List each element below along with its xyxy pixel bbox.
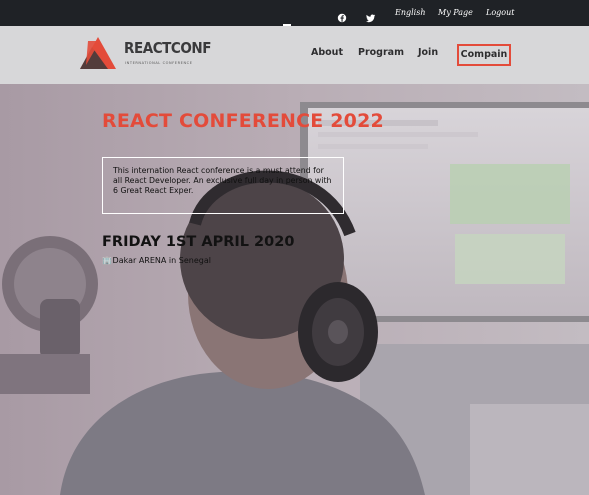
event-venue: 🏢 Dakar ARENA in Senegal — [102, 256, 211, 265]
brand-tagline: INTERNATIONAL CONFERENCE — [125, 61, 193, 65]
event-date: FRIDAY 1ST APRIL 2020 — [102, 234, 295, 250]
hero-description-box: This internation React conference is a m… — [102, 157, 344, 214]
nav-compain-button[interactable]: Compain — [457, 44, 511, 66]
facebook-icon[interactable] — [337, 8, 347, 23]
logo-icon[interactable] — [78, 35, 118, 73]
site-header: REACTCONF INTERNATIONAL CONFERENCE About… — [0, 26, 589, 84]
venue-text: Dakar ARENA in Senegal — [112, 256, 211, 265]
logout-link[interactable]: Logout — [486, 0, 514, 26]
hero-title: REACT CONFERENCE 2022 — [102, 110, 384, 132]
my-page-link[interactable]: My Page — [438, 0, 473, 26]
brand-name[interactable]: REACTCONF — [124, 39, 211, 57]
building-icon: 🏢 — [102, 256, 112, 265]
top-utility-bar: English My Page Logout — [0, 0, 589, 26]
nav-join[interactable]: Join — [418, 47, 438, 58]
hero-section: REACT CONFERENCE 2022 This internation R… — [0, 84, 589, 495]
twitter-icon[interactable] — [366, 8, 376, 23]
language-link[interactable]: English — [395, 0, 426, 26]
hero-background-photo — [0, 84, 589, 495]
nav-program[interactable]: Program — [358, 47, 404, 58]
hero-description: This internation React conference is a m… — [113, 166, 332, 195]
nav-about[interactable]: About — [311, 47, 343, 58]
